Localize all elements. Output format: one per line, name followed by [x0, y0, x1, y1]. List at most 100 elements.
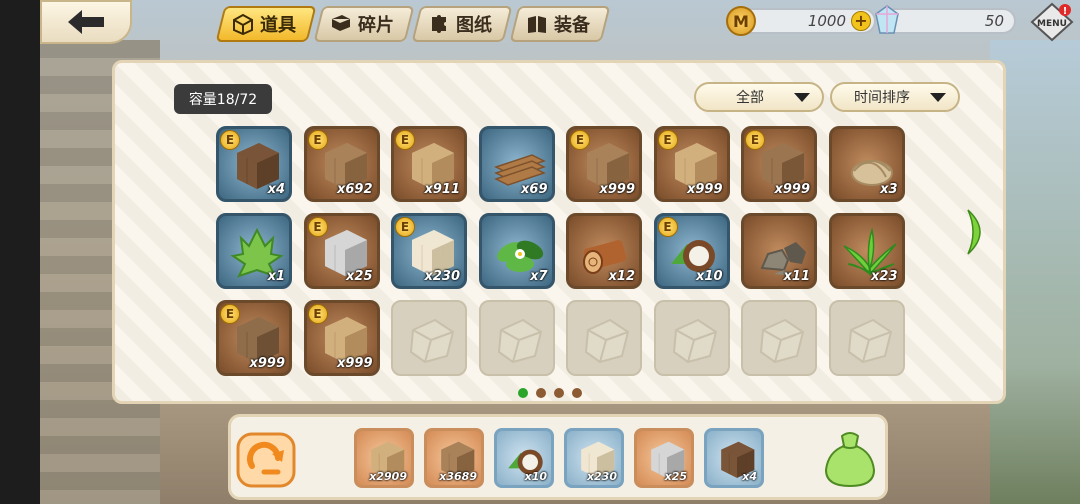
book-open-icon [528, 16, 546, 33]
quick-slot-wood-block-dark[interactable]: x4 [704, 428, 764, 488]
item-slot-planks[interactable]: x69 [478, 126, 555, 202]
tab-equipment[interactable]: 装备 [509, 6, 611, 42]
equip-badge: E [307, 304, 328, 324]
page-dot[interactable] [572, 388, 582, 398]
equip-badge: E [307, 217, 328, 237]
item-slot-wood-block[interactable]: Ex999 [566, 126, 642, 202]
empty-slot [566, 300, 642, 376]
item-quantity: x999 [599, 182, 635, 197]
page-dot[interactable] [536, 388, 546, 398]
puzzle-icon [432, 15, 446, 33]
equip-badge: E [657, 130, 678, 150]
arrow-left-icon [68, 10, 104, 34]
item-quantity: x999 [774, 182, 810, 197]
quick-slot-stone-block[interactable]: x25 [634, 428, 694, 488]
empty-slot [391, 300, 467, 376]
quick-slot-stone-brick[interactable]: x230 [564, 428, 624, 488]
item-quantity: x10 [524, 470, 547, 483]
equip-badge: E [657, 217, 678, 237]
item-quantity: x7 [530, 269, 548, 284]
menu-label: MENU [1037, 19, 1067, 29]
item-slot-wood-block-dark[interactable]: Ex4 [216, 126, 292, 202]
empty-slot [653, 300, 730, 376]
back-button[interactable] [40, 0, 132, 44]
empty-icon [584, 318, 630, 364]
equip-badge: E [745, 130, 765, 150]
filter-dropdown[interactable]: 全部 [694, 82, 824, 112]
equip-badge: E [570, 130, 590, 150]
tab-label: 碎片 [358, 15, 394, 36]
caret-down-icon [794, 92, 810, 102]
next-page-arrow-icon[interactable] [966, 208, 992, 256]
bag-icon[interactable] [822, 430, 878, 488]
item-quantity: x230 [424, 269, 460, 284]
item-slot-light-wood-block[interactable]: Ex999 [303, 300, 380, 376]
item-slot-light-wood-block[interactable]: Ex999 [653, 126, 730, 202]
quick-slot-light-wood-block[interactable]: x2909 [354, 428, 414, 488]
item-slot-coconut[interactable]: Ex10 [653, 213, 730, 289]
item-quantity: x999 [686, 182, 723, 197]
tab-items[interactable]: 道具 [215, 6, 317, 42]
item-slot-leaves-flower[interactable]: x7 [478, 213, 555, 289]
quick-slot-wood-block[interactable]: x3689 [424, 428, 484, 488]
gem-icon [875, 5, 899, 34]
item-slot-grass[interactable]: x23 [828, 213, 905, 289]
empty-icon [409, 318, 455, 364]
item-quantity: x3689 [439, 470, 477, 483]
item-quantity: x11 [783, 269, 810, 284]
item-quantity: x4 [267, 182, 285, 197]
menu-alert: ! [1063, 6, 1068, 17]
item-slot-wood-block[interactable]: Ex999 [216, 300, 292, 376]
add-coins-button[interactable]: + [851, 11, 871, 31]
item-slot-bush[interactable]: x1 [216, 213, 292, 289]
cycle-icon[interactable] [236, 432, 296, 488]
item-slot-wood-block[interactable]: Ex999 [741, 126, 817, 202]
item-quantity: x12 [608, 269, 635, 284]
caret-down-icon [930, 92, 946, 102]
tab-bar: 道具 碎片 图纸 装备 [215, 6, 611, 42]
inventory-grid: Ex4 Ex692 Ex911 x69 Ex999 Ex999 Ex999 x3 x1 Ex25 E… [216, 126, 905, 376]
item-quantity: x692 [336, 182, 373, 197]
tab-label: 装备 [554, 15, 590, 36]
quick-slot-coconut[interactable]: x10 [494, 428, 554, 488]
equip-badge: E [220, 130, 240, 150]
item-slot-light-wood-block[interactable]: Ex911 [391, 126, 467, 202]
equip-badge: E [395, 130, 415, 150]
page-indicator [518, 388, 582, 398]
item-quantity: x1 [267, 269, 285, 284]
item-slot-stone-brick[interactable]: Ex230 [391, 213, 467, 289]
empty-icon [672, 318, 717, 364]
item-slot-wood-block[interactable]: Ex692 [303, 126, 380, 202]
tab-fragments[interactable]: 碎片 [313, 6, 415, 42]
box-icon [233, 13, 253, 35]
item-quantity: x4 [742, 470, 757, 483]
filter-value: 全部 [736, 90, 764, 106]
quick-bar [228, 414, 888, 500]
empty-slot [478, 300, 555, 376]
item-slot-rocks[interactable]: x11 [741, 213, 817, 289]
item-quantity: x25 [664, 470, 687, 483]
gem-balance: 50 [880, 8, 1016, 34]
book-icon [332, 15, 350, 31]
screen-edge [0, 0, 40, 504]
page-dot[interactable] [554, 388, 564, 398]
item-quantity: x999 [336, 356, 373, 371]
item-quantity: x69 [521, 182, 548, 197]
item-quantity: x2909 [369, 470, 407, 483]
item-quantity: x230 [586, 470, 617, 483]
tab-label: 图纸 [456, 15, 492, 36]
item-quantity: x3 [880, 182, 898, 197]
menu-button[interactable]: MENU ! [1030, 2, 1074, 42]
sort-dropdown[interactable]: 时间排序 [830, 82, 960, 112]
capacity-label: 容量18/72 [174, 84, 272, 114]
equip-badge: E [307, 130, 328, 150]
coin-icon: M [726, 6, 756, 36]
tab-blueprints[interactable]: 图纸 [411, 6, 513, 42]
empty-slot [741, 300, 817, 376]
gem-amount: 50 [984, 12, 1004, 30]
item-slot-log[interactable]: x12 [566, 213, 642, 289]
page-dot[interactable] [518, 388, 528, 398]
item-slot-fiber[interactable]: x3 [828, 126, 905, 202]
item-slot-stone-block[interactable]: Ex25 [303, 213, 380, 289]
item-quantity: x23 [871, 269, 898, 284]
